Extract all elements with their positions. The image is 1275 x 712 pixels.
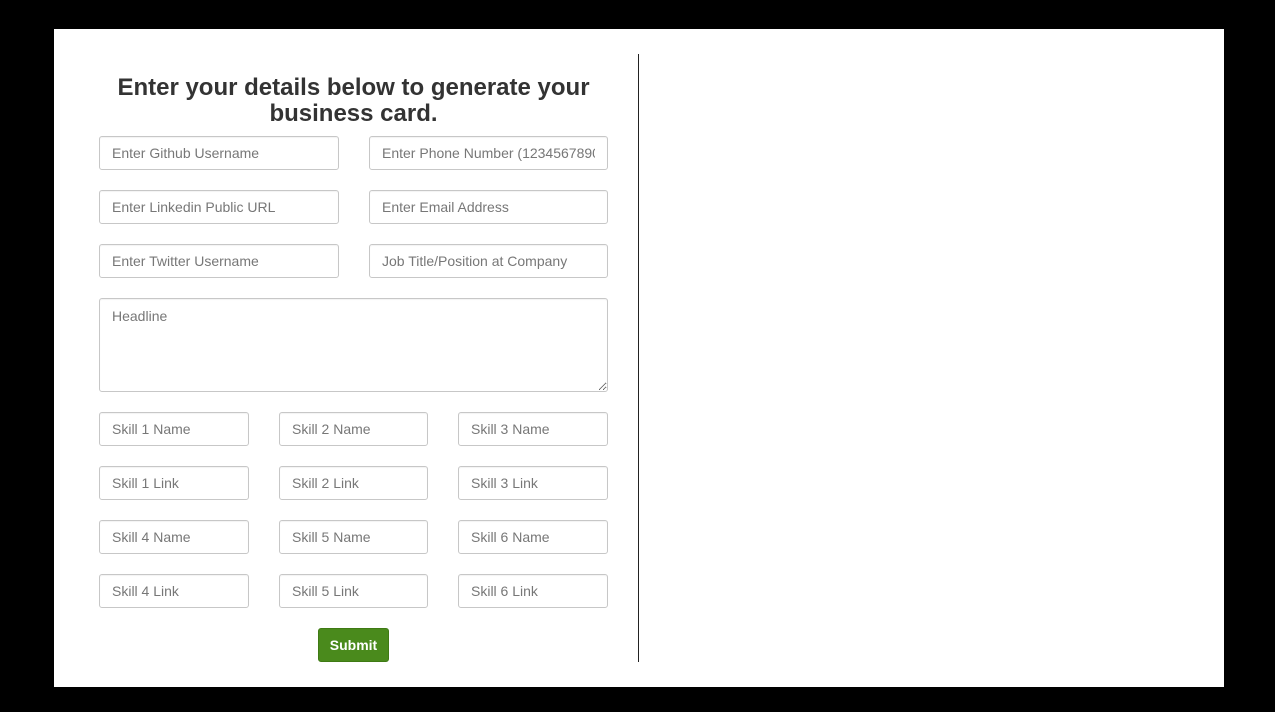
skill-1-name-input[interactable] bbox=[99, 412, 249, 446]
skill-5-name-input[interactable] bbox=[279, 520, 428, 554]
github-username-input[interactable] bbox=[99, 136, 339, 170]
skill-3-link-input[interactable] bbox=[458, 466, 608, 500]
skill-2-name-input[interactable] bbox=[279, 412, 428, 446]
skill-2-link-input[interactable] bbox=[279, 466, 428, 500]
skill-4-link-input[interactable] bbox=[99, 574, 249, 608]
linkedin-url-input[interactable] bbox=[99, 190, 339, 224]
phone-number-input[interactable] bbox=[369, 136, 608, 170]
skill-5-link-input[interactable] bbox=[279, 574, 428, 608]
skill-1-link-input[interactable] bbox=[99, 466, 249, 500]
business-card-preview bbox=[639, 29, 1224, 687]
job-title-input[interactable] bbox=[369, 244, 608, 278]
skill-4-name-input[interactable] bbox=[99, 520, 249, 554]
email-address-input[interactable] bbox=[369, 190, 608, 224]
skill-6-link-input[interactable] bbox=[458, 574, 608, 608]
submit-button[interactable]: Submit bbox=[318, 628, 389, 662]
headline-textarea[interactable] bbox=[99, 298, 608, 392]
skill-6-name-input[interactable] bbox=[458, 520, 608, 554]
business-card-form: Enter your details below to generate you… bbox=[99, 29, 608, 687]
page-panel: Enter your details below to generate you… bbox=[54, 29, 1224, 687]
skill-3-name-input[interactable] bbox=[458, 412, 608, 446]
page-title: Enter your details below to generate you… bbox=[117, 74, 590, 127]
twitter-username-input[interactable] bbox=[99, 244, 339, 278]
